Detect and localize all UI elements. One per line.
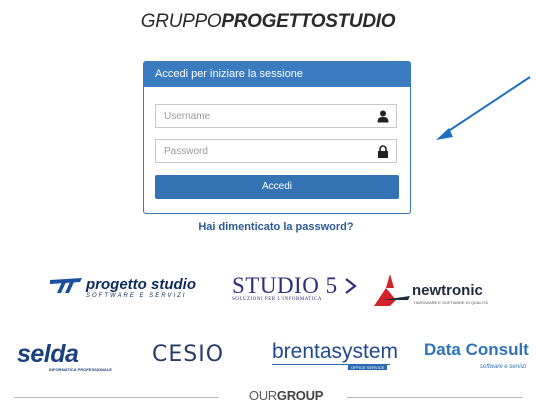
selda-name: selda (17, 340, 79, 368)
cesio-name: CESIO (152, 342, 225, 367)
brentasystem-tagline: OFFICE SERVICE (348, 365, 388, 370)
selda-tagline: INFORMATICA PROFESSIONALE (49, 367, 112, 372)
partner-logo-selda: selda INFORMATICA PROFESSIONALE (17, 340, 112, 372)
partner-logo-cesio: CESIO (152, 342, 224, 367)
newtronic-name: newtronic (412, 282, 483, 299)
partner-logo-studio5: STUDIO 5 SOLUZIONI PER L'INFORMATICA (232, 273, 358, 302)
studio5-chevron-icon (345, 278, 357, 294)
partner-logo-data-consult: Data Consult software e servizi (424, 340, 529, 370)
partner-logo-progetto-studio: progetto studio SOFTWARE E SERVIZI (50, 276, 196, 299)
progetto-studio-name: progetto studio (86, 276, 196, 293)
our-group-part2: GROUP (276, 388, 324, 403)
newtronic-tagline: HARDWARE E SOFTWARE DI QUALITÀ (414, 300, 488, 305)
progetto-studio-mark-icon (50, 278, 82, 293)
newtronic-mark-icon (374, 274, 410, 306)
data-consult-tagline: software e servizi (480, 364, 527, 370)
partner-logo-brentasystem: brentasystem OFFICE SERVICE (272, 340, 399, 370)
our-group-part1: OUR (248, 388, 277, 403)
our-group-heading: OURGROUP (0, 388, 536, 403)
data-consult-name: Data Consult (424, 340, 529, 359)
studio5-name: STUDIO 5 (232, 273, 338, 298)
progetto-studio-tagline: SOFTWARE E SERVIZI (86, 293, 187, 299)
brentasystem-name: brentasystem (272, 340, 399, 363)
partner-logo-newtronic: newtronic HARDWARE E SOFTWARE DI QUALITÀ (372, 270, 488, 313)
